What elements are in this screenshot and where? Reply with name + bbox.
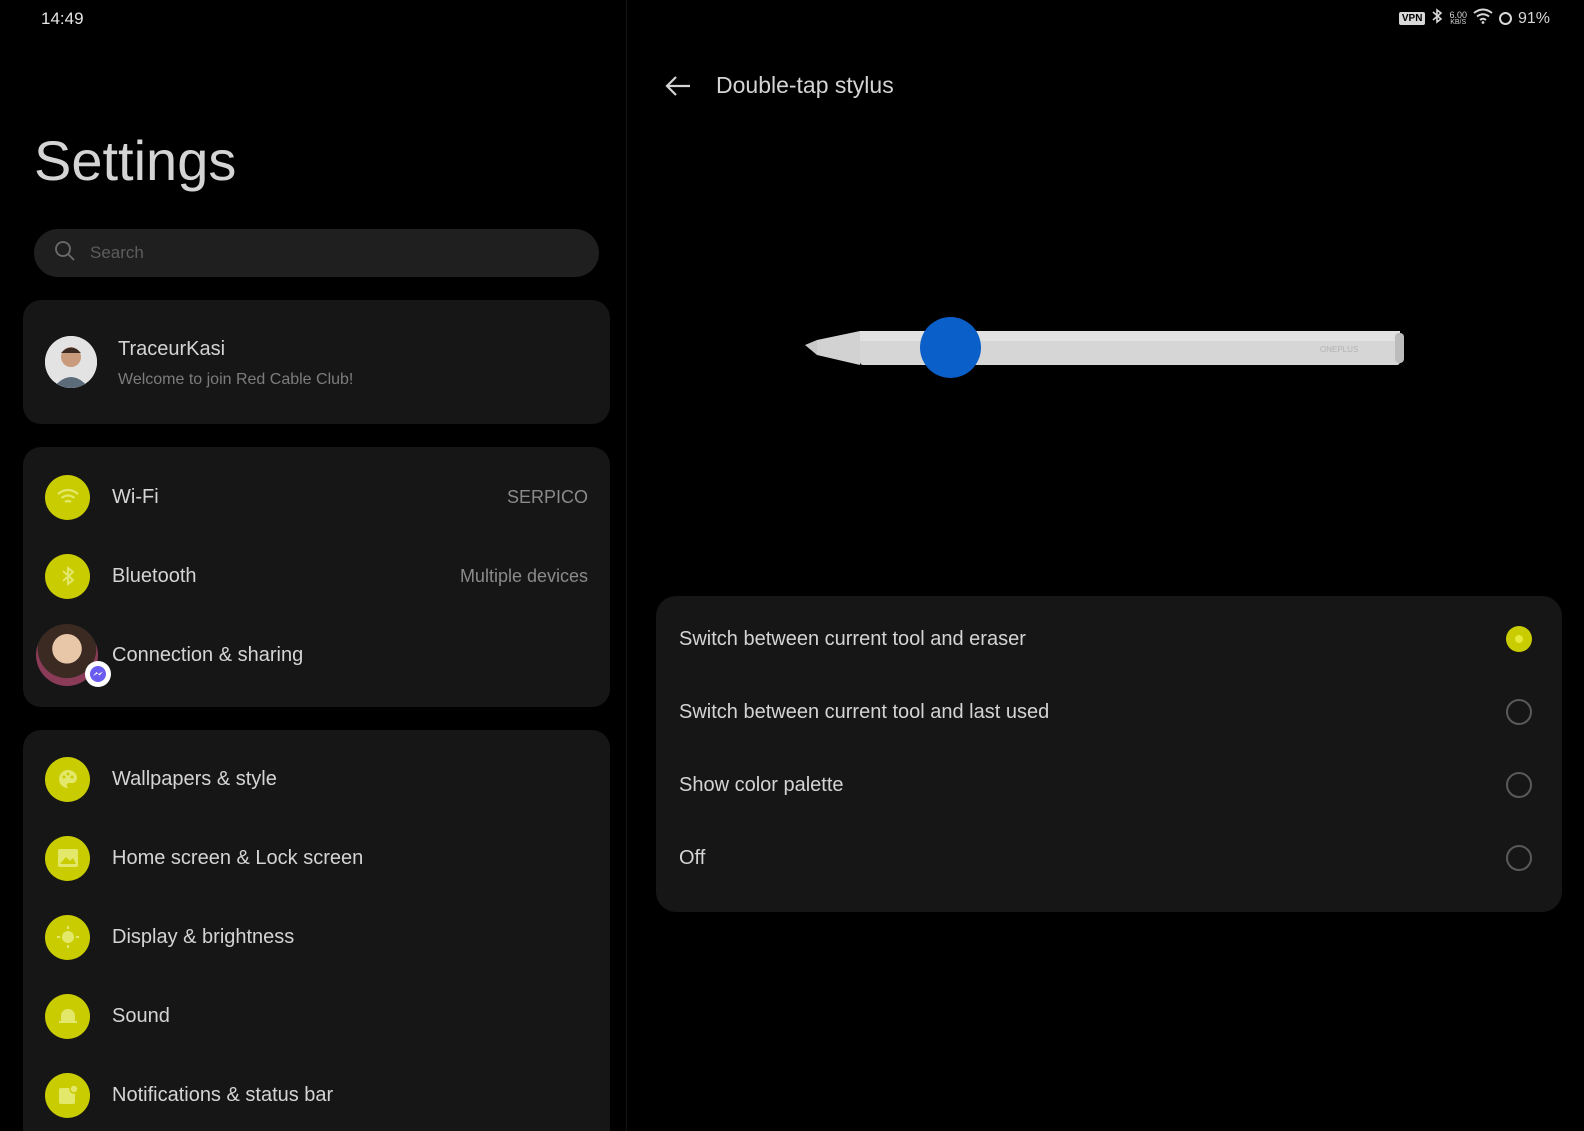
- speed-value: 6.00: [1449, 9, 1467, 20]
- settings-item-label: Wallpapers & style: [112, 767, 277, 790]
- settings-item-home-lock-screen[interactable]: Home screen & Lock screen: [23, 828, 610, 888]
- settings-item-sound[interactable]: Sound: [23, 986, 610, 1046]
- settings-item-value: SERPICO: [506, 486, 588, 507]
- option-label: Switch between current tool and last use…: [679, 700, 1050, 723]
- double-tap-options: Switch between current tool and eraser S…: [656, 596, 1562, 912]
- settings-item-label: Wi-Fi: [112, 485, 159, 508]
- settings-item-bluetooth[interactable]: Bluetooth Multiple devices: [23, 546, 610, 606]
- radio-unselected[interactable]: [1506, 845, 1532, 871]
- option-last-used[interactable]: Switch between current tool and last use…: [656, 676, 1562, 748]
- settings-item-label: Bluetooth: [112, 564, 197, 587]
- bluetooth-status-icon: [1431, 8, 1443, 29]
- profile-subtitle: Welcome to join Red Cable Club!: [118, 371, 354, 388]
- speed-unit: KB/S: [1450, 18, 1467, 26]
- search-bar[interactable]: [34, 229, 599, 277]
- stylus-illustration: ONEPLUS: [805, 329, 1412, 367]
- wifi-icon: [45, 474, 90, 520]
- profile-card[interactable]: TraceurKasi Welcome to join Red Cable Cl…: [23, 300, 610, 424]
- settings-item-connection-sharing[interactable]: Connection & sharing: [23, 624, 610, 687]
- settings-panel: Settings TraceurKasi Welcome to join Red…: [0, 0, 627, 1131]
- image-icon: [45, 835, 90, 881]
- double-tap-indicator: [920, 317, 981, 378]
- settings-item-label: Sound: [112, 1004, 170, 1027]
- option-label: Switch between current tool and eraser: [679, 627, 1026, 650]
- battery-ring-icon: [1498, 12, 1512, 25]
- bell-icon: [45, 993, 90, 1039]
- option-label: Off: [679, 846, 706, 869]
- radio-selected[interactable]: [1506, 626, 1532, 652]
- settings-item-display-brightness[interactable]: Display & brightness: [23, 907, 610, 967]
- option-off[interactable]: Off: [656, 822, 1562, 894]
- page-title: Settings: [34, 129, 237, 192]
- bluetooth-icon: [45, 553, 90, 599]
- network-card: Wi-Fi SERPICO Bluetooth Multiple devices…: [23, 447, 610, 707]
- battery-percent: 91%: [1517, 9, 1550, 27]
- palette-icon: [45, 756, 90, 802]
- search-input[interactable]: [90, 243, 490, 263]
- option-label: Show color palette: [679, 773, 844, 796]
- settings-item-wifi[interactable]: Wi-Fi SERPICO: [23, 467, 610, 527]
- avatar: [45, 336, 97, 388]
- notification-icon: [45, 1072, 90, 1118]
- arrow-left-icon: [664, 76, 692, 104]
- sun-icon: [45, 914, 90, 960]
- option-color-palette[interactable]: Show color palette: [656, 749, 1562, 821]
- option-eraser[interactable]: Switch between current tool and eraser: [656, 603, 1562, 675]
- wifi-status-icon: [1473, 8, 1493, 29]
- settings-item-wallpapers[interactable]: Wallpapers & style: [23, 749, 610, 809]
- settings-item-notifications[interactable]: Notifications & status bar: [23, 1065, 610, 1125]
- search-icon: [54, 240, 90, 267]
- settings-item-label: Connection & sharing: [112, 643, 304, 666]
- messenger-icon: [85, 661, 111, 687]
- display-card: Wallpapers & style Home screen & Lock sc…: [23, 730, 610, 1131]
- stylus-brand-text: ONEPLUS: [1320, 345, 1358, 354]
- settings-item-label: Notifications & status bar: [112, 1083, 334, 1106]
- settings-item-value: Multiple devices: [459, 565, 588, 586]
- page-title: Double-tap stylus: [716, 72, 894, 98]
- network-speed: 6.00 KB/S: [1449, 9, 1467, 27]
- status-icons: VPN 6.00 KB/S 91%: [1398, 8, 1550, 29]
- radio-unselected[interactable]: [1506, 699, 1532, 725]
- radio-unselected[interactable]: [1506, 772, 1532, 798]
- back-button[interactable]: [664, 72, 692, 105]
- settings-item-label: Display & brightness: [112, 925, 295, 948]
- profile-name: TraceurKasi: [118, 338, 226, 360]
- settings-item-label: Home screen & Lock screen: [112, 846, 364, 869]
- vpn-badge: VPN: [1398, 12, 1426, 25]
